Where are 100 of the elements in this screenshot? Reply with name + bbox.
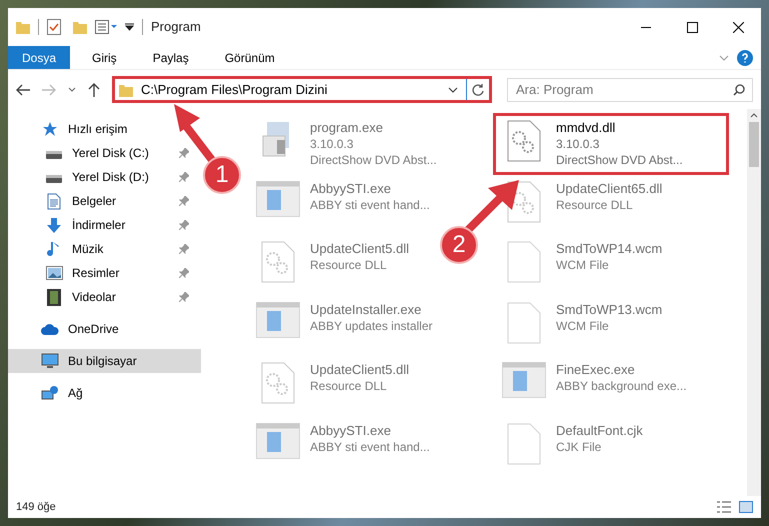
file-detail: DirectShow DVD Abst... bbox=[310, 152, 437, 168]
file-name: program.exe bbox=[310, 120, 384, 136]
dropdown-arrow-icon bbox=[125, 23, 134, 31]
sidebar-label: Yerel Disk (D:) bbox=[72, 169, 150, 186]
sidebar-label: OneDrive bbox=[68, 321, 120, 338]
sidebar-item[interactable]: Yerel Disk (C:) bbox=[8, 141, 201, 165]
application-window-icon bbox=[256, 180, 300, 216]
file-name: SmdToWP14.wcm bbox=[556, 241, 662, 257]
address-bar[interactable]: C:\Program Files\Program Dizini bbox=[112, 76, 492, 103]
address-path: C:\Program Files\Program Dizini bbox=[141, 80, 328, 99]
file-detail: 3.10.0.3 bbox=[310, 136, 354, 152]
cloud-icon bbox=[41, 323, 59, 335]
sidebar-label: Yerel Disk (C:) bbox=[72, 145, 150, 162]
scrollbar[interactable] bbox=[747, 109, 761, 496]
search-icon bbox=[733, 84, 745, 96]
item-count: 149 öğe bbox=[16, 500, 56, 515]
application-window-icon bbox=[256, 422, 300, 458]
sidebar-item[interactable]: Müzik bbox=[8, 237, 201, 261]
scrollbar-thumb[interactable] bbox=[749, 122, 759, 167]
scroll-up-icon[interactable] bbox=[750, 113, 758, 118]
file-tile[interactable]: DefaultFont.cjk CJK File bbox=[493, 416, 654, 472]
file-detail: WCM File bbox=[556, 257, 610, 273]
file-tile[interactable]: program.exe 3.10.0.3 DirectShow DVD Abst... bbox=[247, 113, 448, 175]
file-name: AbbyySTI.exe bbox=[310, 180, 392, 196]
blank-file-icon bbox=[507, 302, 541, 344]
gear-file-icon bbox=[261, 241, 295, 283]
chevron-down-icon[interactable] bbox=[68, 87, 76, 92]
download-arrow-icon bbox=[46, 216, 62, 234]
sidebar-label: İndirmeler bbox=[72, 217, 126, 234]
film-icon bbox=[47, 288, 61, 306]
application-window-icon bbox=[502, 362, 546, 398]
file-detail: ABBY background exe... bbox=[556, 378, 687, 394]
sidebar-label: Videolar bbox=[72, 289, 117, 306]
file-detail: ABBY sti event hand... bbox=[310, 438, 430, 454]
file-detail: ABBY updates installer bbox=[310, 318, 433, 334]
sidebar-label: Ağ bbox=[68, 385, 84, 402]
sidebar-item[interactable]: Belgeler bbox=[8, 189, 201, 213]
sidebar-label: Müzik bbox=[72, 241, 104, 258]
ribbon-tab[interactable]: Görünüm bbox=[210, 46, 289, 69]
file-tile[interactable]: SmdToWP14.wcm WCM File bbox=[493, 234, 674, 290]
file-tile[interactable]: UpdateClient5.dll Resource DLL bbox=[247, 234, 420, 290]
file-detail: Resource DLL bbox=[310, 257, 388, 273]
file-tile[interactable]: SmdToWP13.wcm WCM File bbox=[493, 294, 674, 350]
star-icon bbox=[42, 121, 58, 137]
sidebar-item[interactable]: Bu bilgisayar bbox=[8, 349, 201, 373]
file-tile[interactable]: FineExec.exe ABBY background exe... bbox=[493, 355, 698, 405]
folder-icon bbox=[119, 82, 133, 96]
file-name: DefaultFont.cjk bbox=[556, 422, 643, 438]
sidebar-item[interactable]: Ağ bbox=[8, 381, 201, 405]
sidebar-label: Bu bilgisayar bbox=[68, 353, 138, 370]
close-icon bbox=[732, 22, 744, 32]
ribbon-tab[interactable]: Giriş bbox=[78, 46, 131, 69]
file-tile[interactable]: UpdateClient5.dll Resource DLL bbox=[247, 355, 420, 411]
search-field[interactable]: Ara: Program bbox=[507, 78, 753, 102]
view-options-icon bbox=[95, 20, 117, 34]
file-name: SmdToWP13.wcm bbox=[556, 302, 662, 318]
file-detail: 3.10.0.3 bbox=[556, 136, 600, 152]
help-icon[interactable] bbox=[737, 50, 753, 66]
refresh-icon[interactable] bbox=[471, 82, 485, 96]
gear-file-icon bbox=[507, 120, 541, 162]
file-tile[interactable]: UpdateInstaller.exe ABBY updates installer bbox=[247, 294, 444, 344]
back-arrow-icon[interactable] bbox=[16, 84, 30, 96]
file-name: UpdateInstaller.exe bbox=[310, 302, 422, 318]
sidebar-label: Belgeler bbox=[72, 193, 118, 210]
ribbon-tab[interactable]: Dosya bbox=[8, 46, 70, 69]
ribbon-tab[interactable]: Paylaş bbox=[138, 46, 203, 69]
file-detail: Resource DLL bbox=[556, 196, 634, 212]
sidebar-item[interactable]: OneDrive bbox=[8, 317, 201, 341]
new-folder-icon bbox=[73, 20, 87, 34]
file-detail: ABBY sti event hand... bbox=[310, 196, 430, 212]
file-detail: DirectShow DVD Abst... bbox=[556, 152, 683, 168]
sidebar-label: Hızlı erişim bbox=[68, 121, 128, 138]
file-tile[interactable]: AbbyySTI.exe ABBY sti event hand... bbox=[247, 174, 441, 224]
file-name: AbbyySTI.exe bbox=[310, 422, 392, 438]
gear-file-icon bbox=[261, 362, 295, 404]
details-view-icon[interactable] bbox=[717, 501, 731, 513]
file-name: FineExec.exe bbox=[556, 362, 636, 378]
sidebar-label: Resimler bbox=[72, 265, 120, 282]
blank-file-icon bbox=[507, 422, 541, 464]
sidebar-item[interactable]: İndirmeler bbox=[8, 213, 201, 237]
folder-icon bbox=[16, 20, 30, 34]
minimize-icon bbox=[641, 26, 651, 28]
chevron-down-icon[interactable] bbox=[448, 86, 458, 92]
sidebar-item[interactable]: Resimler bbox=[8, 261, 201, 285]
file-name: UpdateClient5.dll bbox=[310, 241, 410, 257]
sidebar-item[interactable]: Hızlı erişim bbox=[8, 117, 201, 141]
chevron-down-icon bbox=[719, 54, 729, 60]
file-name: UpdateClient5.dll bbox=[310, 362, 410, 378]
file-detail: WCM File bbox=[556, 318, 610, 334]
monitor-icon bbox=[41, 353, 59, 369]
sidebar-item[interactable]: Yerel Disk (D:) bbox=[8, 165, 201, 189]
properties-check-icon bbox=[47, 19, 61, 35]
sidebar-item[interactable]: Videolar bbox=[8, 285, 201, 309]
file-name: mmdvd.dll bbox=[556, 120, 616, 136]
up-arrow-icon[interactable] bbox=[88, 82, 100, 96]
file-detail: CJK File bbox=[556, 438, 602, 454]
file-tile[interactable]: AbbyySTI.exe ABBY sti event hand... bbox=[247, 416, 441, 466]
large-icons-view-icon[interactable] bbox=[739, 501, 753, 513]
file-detail: Resource DLL bbox=[310, 378, 388, 394]
file-tile[interactable]: mmdvd.dll 3.10.0.3 DirectShow DVD Abst... bbox=[493, 113, 729, 175]
